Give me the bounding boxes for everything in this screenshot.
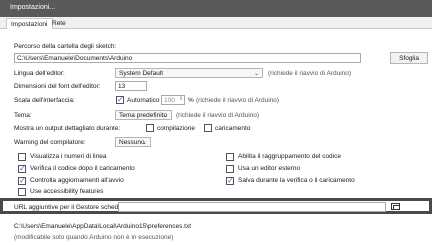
option-accessibility-label: Use accessibility features bbox=[30, 188, 104, 195]
language-select[interactable]: System Default ⌄ bbox=[115, 68, 263, 78]
sketchbook-path-input[interactable]: C:\Users\Emanuele\Documents\Arduino bbox=[14, 53, 361, 63]
browse-button[interactable]: Sfoglia bbox=[390, 52, 428, 64]
language-value: System Default bbox=[119, 70, 164, 77]
option-line-numbers-checkbox[interactable] bbox=[18, 153, 26, 161]
verbose-upload-checkbox[interactable] bbox=[204, 124, 212, 132]
warnings-label: Warning del compilatore: bbox=[14, 139, 86, 146]
board-urls-input[interactable] bbox=[118, 202, 386, 212]
verbose-label: Mostra un output dettagliato durante: bbox=[14, 125, 121, 132]
tab-bar: Impostazioni Rete bbox=[0, 17, 432, 30]
verbose-compile-label: compilazione bbox=[157, 125, 195, 132]
font-size-input[interactable]: 13 bbox=[115, 81, 147, 91]
folder-icon[interactable] bbox=[391, 203, 400, 210]
option-external-editor-checkbox[interactable] bbox=[226, 165, 234, 173]
warnings-value: Nessuno bbox=[119, 139, 145, 146]
option-save-on-verify-checkbox[interactable] bbox=[226, 176, 234, 185]
auto-scale-checkbox[interactable] bbox=[116, 95, 124, 104]
chevron-down-icon: ⌄ bbox=[141, 140, 147, 146]
prefs-path: C:\Users\Emanuele\AppData\Local\Arduino1… bbox=[14, 223, 192, 230]
font-size-label: Dimensioni del font dell'editor: bbox=[14, 83, 101, 90]
settings-panel: Percorso della cartella degli sketch: C:… bbox=[0, 29, 432, 245]
window-title: Impostazioni... bbox=[0, 0, 432, 17]
prefs-path-note: (modificabile solo quando Arduino non è … bbox=[14, 234, 174, 241]
language-note: (richiede il riavvio di Arduino) bbox=[268, 70, 352, 77]
theme-label: Tema: bbox=[14, 112, 32, 119]
option-accessibility-checkbox[interactable] bbox=[18, 188, 26, 196]
sketchbook-label: Percorso della cartella degli sketch: bbox=[14, 43, 117, 50]
option-check-updates-checkbox[interactable] bbox=[18, 176, 26, 185]
warnings-select[interactable]: Nessuno ⌄ bbox=[115, 137, 151, 147]
option-check-updates-label: Controlla aggiornamenti all'avvio bbox=[30, 177, 124, 184]
scale-note: (richiede il riavvio di Arduino) bbox=[196, 97, 280, 104]
option-line-numbers-label: Visualizza i numeri di linea bbox=[30, 153, 107, 160]
tab-network[interactable]: Rete bbox=[48, 18, 70, 29]
scale-unit: % bbox=[188, 97, 194, 104]
board-urls-label: URL aggiuntive per il Gestore schede: bbox=[14, 204, 124, 211]
chevron-down-icon: ⌄ bbox=[162, 113, 168, 119]
verbose-upload-label: caricamento bbox=[215, 125, 251, 132]
theme-note: (richiede il riavvio di Arduino) bbox=[176, 112, 260, 119]
verbose-compile-checkbox[interactable] bbox=[146, 124, 154, 132]
option-code-folding-label: Abilita il raggruppamento del codice bbox=[238, 153, 341, 160]
option-code-folding-checkbox[interactable] bbox=[226, 153, 234, 161]
option-save-on-verify-label: Salva durante la verifica o il caricamen… bbox=[238, 177, 355, 184]
scale-label: Scala dell'interfaccia: bbox=[14, 97, 75, 104]
theme-select[interactable]: Tema predefinito ⌄ bbox=[115, 110, 172, 120]
option-external-editor-label: Usa un editor esterno bbox=[238, 165, 301, 172]
stepper-icon[interactable]: ⇕ bbox=[179, 96, 183, 102]
chevron-down-icon: ⌄ bbox=[253, 71, 259, 77]
option-verify-upload-checkbox[interactable] bbox=[18, 164, 26, 173]
language-label: Lingua dell'editor: bbox=[14, 70, 65, 77]
theme-value: Tema predefinito bbox=[119, 112, 168, 119]
auto-scale-label: Automatico bbox=[127, 97, 160, 104]
option-verify-upload-label: Verifica il codice dopo il caricamento bbox=[30, 165, 135, 172]
